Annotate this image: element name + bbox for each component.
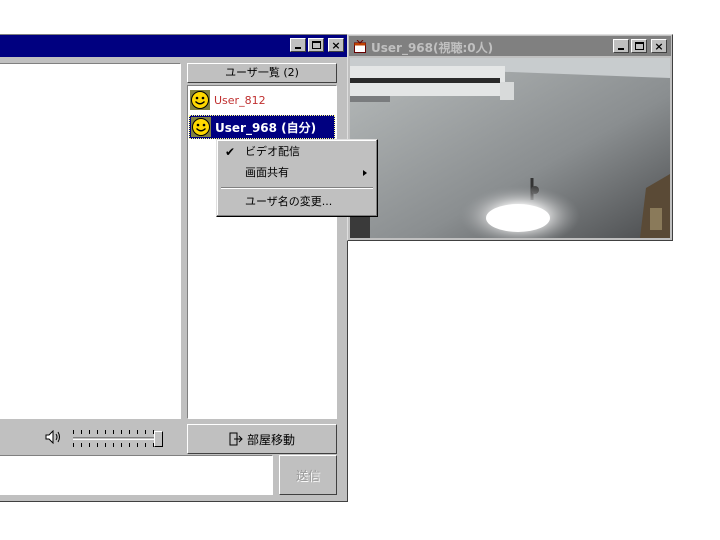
slider-track [73,437,161,440]
maximize-button[interactable] [308,38,324,52]
video-window: User_968(視聴:0人) × [347,34,673,241]
chat-log[interactable] [0,63,181,419]
minimize-icon [295,47,301,49]
maximize-icon [311,41,321,49]
send-button[interactable]: 送信 [279,455,337,495]
context-menu: ✔ ビデオ配信 画面共有 ユーザ名の変更... [216,139,378,217]
menu-item-rename-user[interactable]: ユーザ名の変更... [219,192,375,212]
video-window-controls: × [613,39,667,53]
menu-item-video-broadcast[interactable]: ✔ ビデオ配信 [219,142,375,162]
video-title-bar[interactable]: User_968(視聴:0人) × [349,36,671,56]
exit-door-icon [229,432,243,446]
menu-item-label: ビデオ配信 [245,145,300,158]
maximize-icon [634,42,644,50]
smiley-icon [190,90,210,110]
minimize-icon [618,48,624,50]
close-button[interactable]: × [328,38,344,52]
main-title-bar[interactable]: × [0,35,347,57]
video-feed [350,58,670,238]
slider-ticks-bottom [73,443,161,447]
user-name: User_968 (自分) [215,120,317,135]
minimize-button[interactable] [290,38,306,52]
menu-item-screen-share[interactable]: 画面共有 [219,163,375,183]
main-window: × ユーザ一覧 (2) User_812 User_968 (自分) 部屋移動 … [0,34,348,502]
user-list[interactable]: User_812 User_968 (自分) [187,85,337,419]
smiley-icon [191,117,211,137]
slider-thumb[interactable] [154,431,163,447]
menu-item-label: 画面共有 [245,166,289,179]
volume-slider[interactable] [73,429,165,447]
close-button[interactable]: × [651,39,667,53]
message-input[interactable] [0,455,273,495]
user-list-item-selected[interactable]: User_968 (自分) [189,115,335,139]
close-icon: × [654,39,664,53]
speaker-icon [45,430,60,444]
move-room-button[interactable]: 部屋移動 [187,424,337,454]
maximize-button[interactable] [631,39,647,53]
check-icon: ✔ [225,145,236,159]
menu-item-label: ユーザ名の変更... [245,195,333,208]
move-room-label: 部屋移動 [246,432,295,447]
close-icon: × [331,38,341,52]
main-window-controls: × [290,38,344,52]
camera-window-icon [354,40,366,53]
menu-separator [221,187,373,189]
camera-image [350,58,670,238]
user-list-item[interactable]: User_812 [189,88,335,112]
submenu-arrow-icon [363,170,367,176]
user-list-header[interactable]: ユーザ一覧 (2) [187,63,337,83]
video-window-title: User_968(視聴:0人) [371,41,494,55]
minimize-button[interactable] [613,39,629,53]
user-name: User_812 [214,93,266,107]
slider-ticks-top [73,430,161,434]
